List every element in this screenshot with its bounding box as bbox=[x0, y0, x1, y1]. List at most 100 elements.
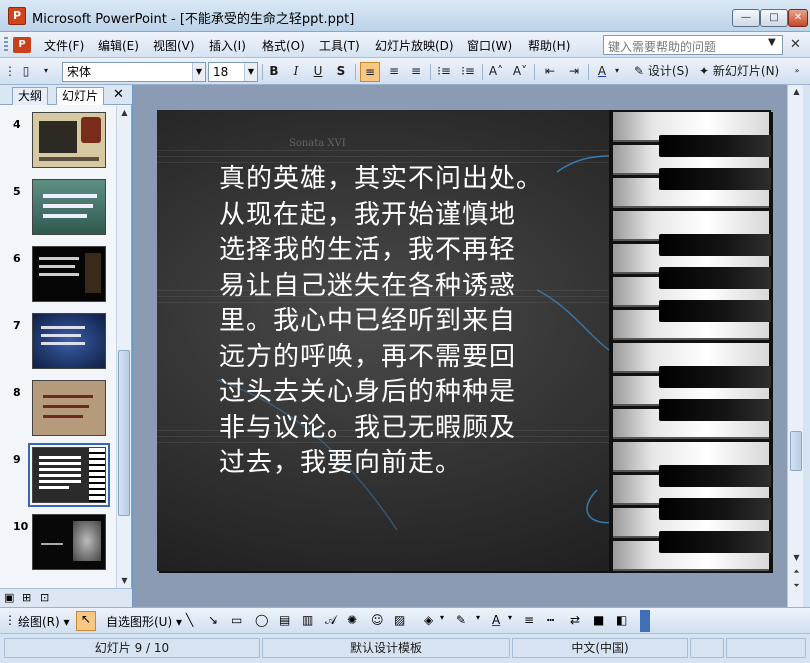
vertical-text-box-icon[interactable]: ▥ bbox=[302, 613, 313, 627]
chevron-down-icon[interactable]: ▼ bbox=[768, 37, 776, 48]
fill-color-icon[interactable]: ◈ bbox=[424, 613, 433, 627]
clip-art-icon[interactable]: ☺ bbox=[371, 613, 384, 627]
slide-body-text[interactable]: 真的英雄，其实不问出处。 从现在起，我开始谨慎地 选择我的生活，我不再轻 易让自… bbox=[219, 162, 585, 482]
wordart-icon[interactable]: 𝒜 bbox=[325, 613, 336, 628]
new-slide-label: 新幻灯片(N) bbox=[712, 64, 780, 78]
current-slide[interactable]: Sonata XVI 真的英雄，其实不问出处。 从现在起，我开始谨慎地 选择我的… bbox=[157, 110, 771, 571]
line-tool-icon[interactable]: ╲ bbox=[186, 613, 193, 627]
draw-menu-button[interactable]: 绘图(R) ▾ bbox=[18, 613, 70, 630]
select-pointer-icon[interactable]: ↖ bbox=[76, 611, 96, 631]
oval-tool-icon[interactable]: ◯ bbox=[255, 613, 268, 627]
font-size-select[interactable]: 18 ▼ bbox=[208, 62, 258, 82]
toolbar-grip-icon[interactable] bbox=[4, 37, 8, 53]
toolbar-separator bbox=[482, 64, 483, 80]
shadow-button[interactable]: S bbox=[331, 62, 351, 82]
slide-thumbnail-image bbox=[32, 313, 106, 369]
decrease-indent-icon[interactable]: ⇤ bbox=[540, 62, 560, 82]
slide-thumbnail[interactable]: 6 bbox=[0, 246, 116, 313]
font-color-icon[interactable]: A bbox=[492, 613, 500, 627]
insert-picture-icon[interactable]: ▨ bbox=[394, 613, 405, 627]
chevron-down-icon[interactable]: ▾ bbox=[612, 62, 622, 82]
font-color-icon[interactable]: A bbox=[592, 62, 612, 82]
font-name-value: 宋体 bbox=[67, 65, 92, 79]
slideshow-view-icon[interactable]: ⊡ bbox=[40, 591, 49, 604]
new-slide-button[interactable]: ✦ 新幻灯片(N) bbox=[699, 62, 787, 82]
toolbar-options-icon[interactable] bbox=[640, 610, 650, 632]
menu-window[interactable]: 窗口(W) bbox=[467, 37, 512, 54]
arrow-style-icon[interactable]: ⇄ bbox=[570, 613, 580, 627]
rectangle-tool-icon[interactable]: ▭ bbox=[231, 613, 242, 627]
scrollbar-thumb[interactable] bbox=[118, 350, 130, 516]
menu-slideshow[interactable]: 幻灯片放映(D) bbox=[375, 37, 454, 54]
font-name-select[interactable]: 宋体 ▼ bbox=[62, 62, 206, 82]
slide-thumbnail[interactable]: 7 bbox=[0, 313, 116, 380]
chevron-down-icon[interactable]: ▾ bbox=[508, 613, 512, 622]
design-button[interactable]: ✎ 设计(S) bbox=[634, 62, 694, 82]
decrease-font-size-icon[interactable]: A˅ bbox=[510, 62, 530, 82]
slide-thumbnail[interactable]: 8 bbox=[0, 380, 116, 447]
previous-slide-icon[interactable]: ⏶ bbox=[789, 565, 804, 579]
slide-thumbnail[interactable]: 10 bbox=[0, 514, 116, 581]
powerpoint-app-icon[interactable]: P bbox=[8, 7, 26, 25]
slide-scrollbar[interactable]: ▲ ▼ ⏶ ⏷ bbox=[787, 85, 803, 607]
maximize-button[interactable]: □ bbox=[760, 9, 788, 27]
autoshapes-menu-button[interactable]: 自选图形(U) ▾ bbox=[106, 613, 182, 630]
slide-sorter-view-icon[interactable]: ⊞ bbox=[22, 591, 31, 604]
slide-text-line: 非与议论。我已无暇顾及 bbox=[219, 412, 517, 443]
design-template-name[interactable]: 默认设计模板 bbox=[262, 638, 510, 658]
menu-edit[interactable]: 编辑(E) bbox=[98, 37, 139, 54]
italic-button[interactable]: I bbox=[286, 62, 306, 82]
toolbar-grip-icon[interactable]: ⋮ bbox=[4, 613, 16, 627]
minimize-button[interactable]: — bbox=[732, 9, 760, 27]
tab-outline[interactable]: 大纲 bbox=[12, 87, 49, 105]
bulleted-list-icon[interactable]: ⁝≡ bbox=[458, 62, 478, 82]
scroll-up-icon[interactable]: ▲ bbox=[117, 106, 132, 120]
menu-insert[interactable]: 插入(I) bbox=[209, 37, 246, 54]
align-right-icon[interactable]: ≡ bbox=[406, 62, 426, 82]
document-close-icon[interactable]: ✕ bbox=[790, 37, 801, 52]
scroll-down-icon[interactable]: ▼ bbox=[789, 551, 804, 565]
slide-thumbnail[interactable]: 4 bbox=[0, 112, 116, 179]
tab-slides[interactable]: 幻灯片 bbox=[56, 87, 105, 105]
chevron-down-icon[interactable]: ▼ bbox=[192, 63, 205, 81]
toolbar-grip-icon[interactable]: ⋮ bbox=[4, 62, 16, 82]
diagram-icon[interactable]: ✺ bbox=[347, 613, 357, 627]
help-search-input[interactable]: 键入需要帮助的问题 bbox=[603, 35, 783, 55]
scrollbar-thumb[interactable] bbox=[790, 431, 802, 471]
slide-thumbnail-selected[interactable]: 9 bbox=[0, 443, 116, 514]
new-document-icon[interactable]: ▯ bbox=[16, 62, 36, 82]
normal-view-icon[interactable]: ▣ bbox=[4, 591, 14, 604]
chevron-down-icon[interactable]: ▾ bbox=[476, 613, 480, 622]
arrow-tool-icon[interactable]: ↘ bbox=[208, 613, 218, 627]
underline-button[interactable]: U bbox=[308, 62, 328, 82]
scroll-down-icon[interactable]: ▼ bbox=[117, 574, 132, 588]
line-style-icon[interactable]: ≡ bbox=[524, 613, 534, 627]
align-left-icon[interactable]: ≡ bbox=[360, 62, 380, 82]
align-center-icon[interactable]: ≡ bbox=[384, 62, 404, 82]
line-color-icon[interactable]: ✎ bbox=[456, 613, 466, 627]
chevron-down-icon[interactable]: ▾ bbox=[36, 62, 56, 82]
document-icon[interactable]: P bbox=[13, 37, 31, 53]
bold-button[interactable]: B bbox=[264, 62, 284, 82]
menu-file[interactable]: 文件(F) bbox=[44, 37, 84, 54]
dash-style-icon[interactable]: ┅ bbox=[547, 613, 554, 627]
numbered-list-icon[interactable]: ⁝≡ bbox=[434, 62, 454, 82]
chevron-down-icon[interactable]: ▾ bbox=[440, 613, 444, 622]
slide-thumbnail[interactable]: 5 bbox=[0, 179, 116, 246]
shadow-style-icon[interactable]: ■ bbox=[593, 613, 604, 627]
toolbar-options-icon[interactable]: » bbox=[790, 62, 804, 82]
increase-font-size-icon[interactable]: A˄ bbox=[486, 62, 506, 82]
thumbnail-scrollbar[interactable]: ▲ ▼ bbox=[116, 106, 131, 588]
menu-help[interactable]: 帮助(H) bbox=[528, 37, 570, 54]
chevron-down-icon[interactable]: ▼ bbox=[244, 63, 257, 81]
increase-indent-icon[interactable]: ⇥ bbox=[564, 62, 584, 82]
next-slide-icon[interactable]: ⏷ bbox=[789, 579, 804, 593]
close-button[interactable]: ✕ bbox=[788, 9, 808, 27]
menu-format[interactable]: 格式(O) bbox=[262, 37, 305, 54]
menu-view[interactable]: 视图(V) bbox=[153, 37, 195, 54]
menu-tools[interactable]: 工具(T) bbox=[319, 37, 360, 54]
3d-style-icon[interactable]: ◧ bbox=[616, 613, 627, 627]
scroll-up-icon[interactable]: ▲ bbox=[789, 85, 804, 99]
pane-close-icon[interactable]: ✕ bbox=[113, 87, 124, 102]
text-box-icon[interactable]: ▤ bbox=[279, 613, 290, 627]
